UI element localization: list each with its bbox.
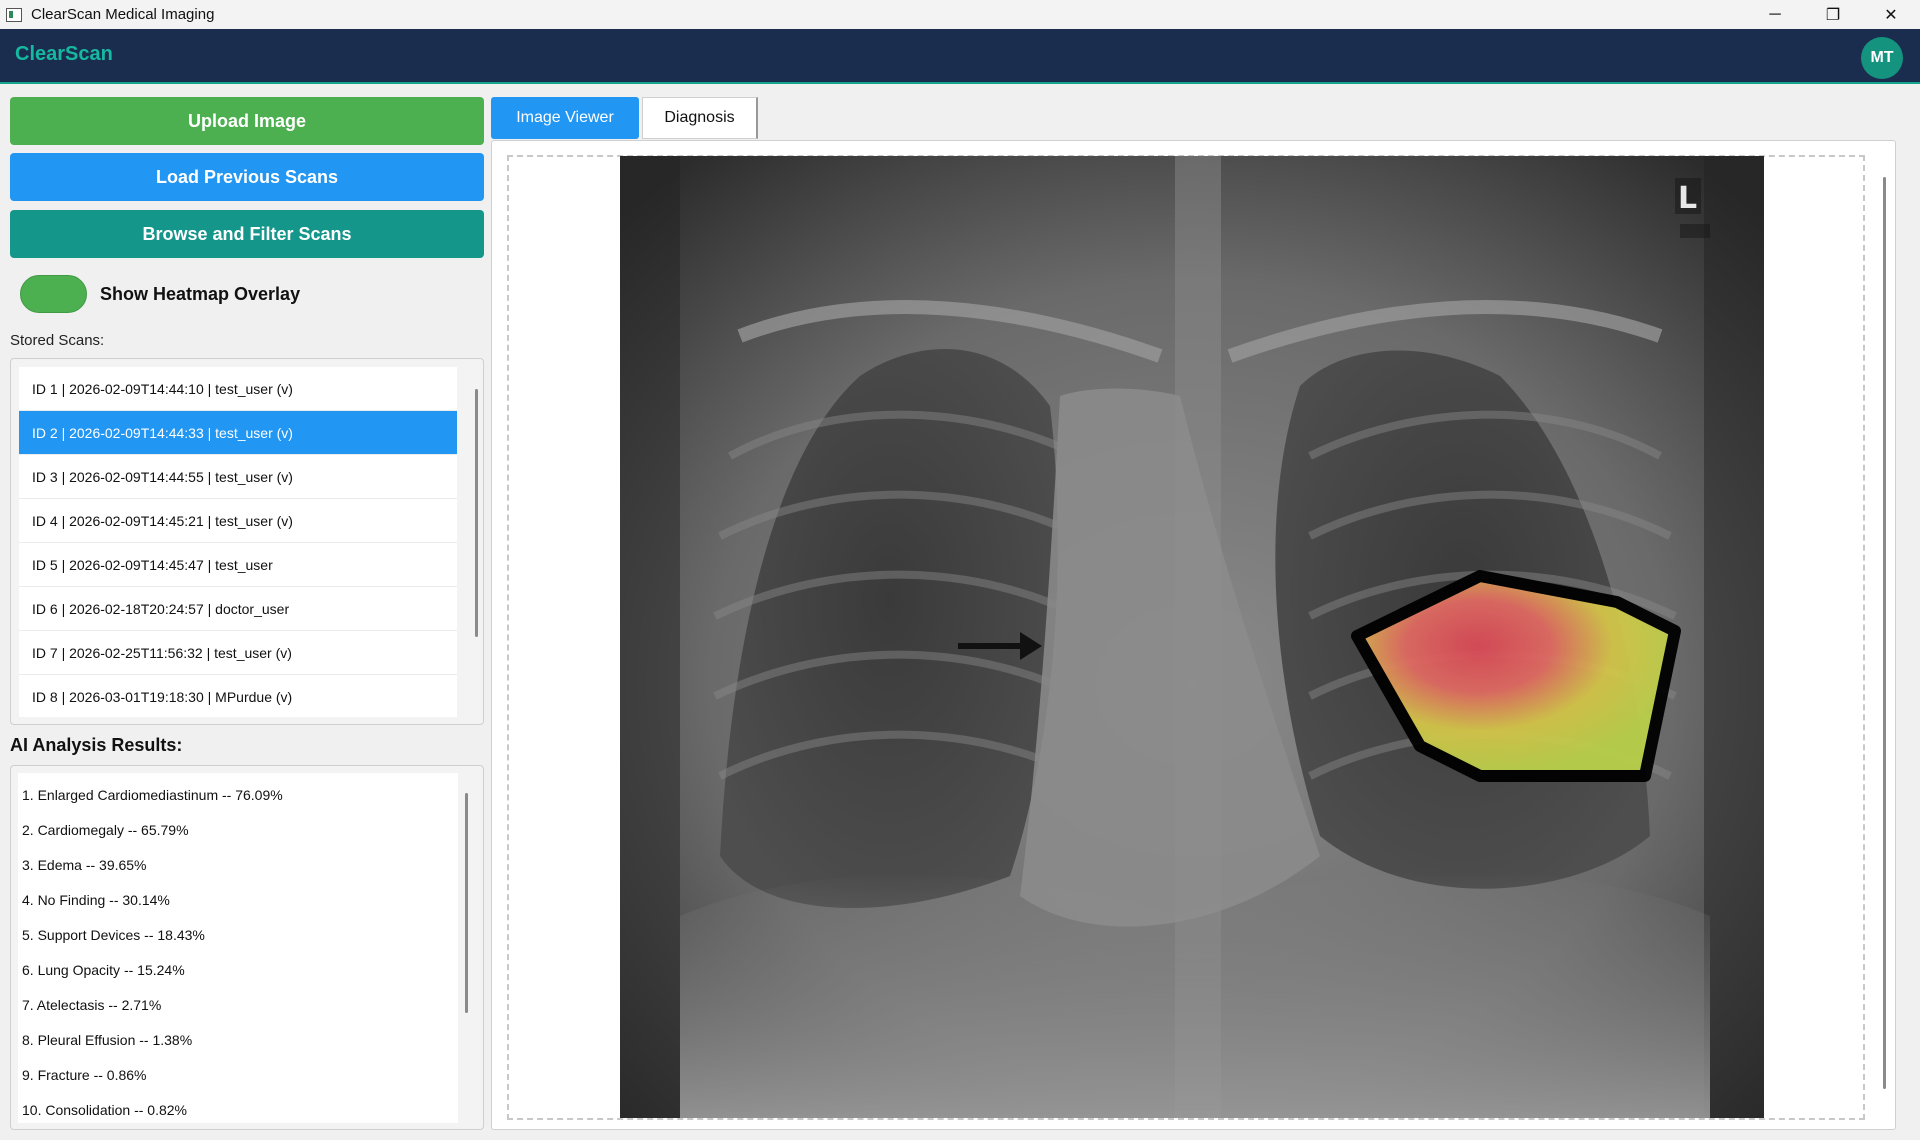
ai-result-item: 7. Atelectasis -- 2.71%	[22, 996, 162, 1013]
ai-result-item: 8. Pleural Effusion -- 1.38%	[22, 1031, 193, 1048]
brand-logo: ClearScan	[15, 43, 113, 65]
ai-result-item: 10. Consolidation -- 0.82%	[22, 1101, 187, 1118]
user-avatar[interactable]: MT	[1861, 37, 1903, 79]
stored-scan-item[interactable]: ID 8 | 2026-03-01T19:18:30 | MPurdue (v)	[19, 675, 457, 717]
restore-button[interactable]: ❐	[1804, 0, 1862, 29]
xray-side-marker: L	[1678, 181, 1697, 216]
window-title: ClearScan Medical Imaging	[31, 6, 215, 23]
heatmap-toggle-label: Show Heatmap Overlay	[100, 284, 301, 304]
stored-scan-item[interactable]: ID 2 | 2026-02-09T14:44:33 | test_user (…	[19, 411, 457, 455]
stored-scan-item[interactable]: ID 4 | 2026-02-09T14:45:21 | test_user (…	[19, 499, 457, 543]
ai-result-item: 3. Edema -- 39.65%	[22, 856, 147, 873]
ai-result-item: 5. Support Devices -- 18.43%	[22, 926, 205, 943]
stored-scans-scrollbar[interactable]	[475, 389, 478, 637]
ai-result-item: 1. Enlarged Cardiomediastinum -- 76.09%	[22, 786, 283, 803]
tab-image-viewer[interactable]: Image Viewer	[491, 97, 639, 139]
ai-results-scrollbar[interactable]	[465, 793, 468, 1013]
ai-results-label: AI Analysis Results:	[10, 735, 183, 755]
stored-scan-item[interactable]: ID 7 | 2026-02-25T11:56:32 | test_user (…	[19, 631, 457, 675]
stored-scan-item[interactable]: ID 1 | 2026-02-09T14:44:10 | test_user (…	[19, 367, 457, 411]
tab-diagnosis[interactable]: Diagnosis	[642, 97, 758, 139]
stored-scan-item[interactable]: ID 6 | 2026-02-18T20:24:57 | doctor_user	[19, 587, 457, 631]
xray-image[interactable]: L	[620, 156, 1764, 1118]
window-titlebar: ClearScan Medical Imaging ─ ❐ ✕	[0, 0, 1920, 29]
ai-result-item: 6. Lung Opacity -- 15.24%	[22, 961, 185, 978]
stored-scan-item[interactable]: ID 5 | 2026-02-09T14:45:47 | test_user	[19, 543, 457, 587]
app-header: ClearScan MT	[0, 29, 1920, 84]
ai-result-item: 4. No Finding -- 30.14%	[22, 891, 170, 908]
upload-image-button[interactable]: Upload Image	[10, 97, 484, 145]
browse-filter-scans-button[interactable]: Browse and Filter Scans	[10, 210, 484, 258]
close-button[interactable]: ✕	[1862, 0, 1920, 29]
xray-drawing: L	[620, 156, 1764, 1118]
stored-scans-list: ID 1 | 2026-02-09T14:44:10 | test_user (…	[10, 358, 484, 725]
heatmap-toggle[interactable]	[20, 275, 87, 313]
stored-scans-label: Stored Scans:	[10, 332, 105, 349]
stored-scan-item[interactable]: ID 3 | 2026-02-09T14:44:55 | test_user (…	[19, 455, 457, 499]
image-viewer-scrollbar[interactable]	[1883, 177, 1886, 1089]
ai-result-item: 2. Cardiomegaly -- 65.79%	[22, 821, 189, 838]
image-viewer-panel: L	[491, 140, 1896, 1130]
load-previous-scans-button[interactable]: Load Previous Scans	[10, 153, 484, 201]
app-icon	[6, 7, 22, 22]
window-controls: ─ ❐ ✕	[1746, 0, 1920, 29]
ai-result-item: 9. Fracture -- 0.86%	[22, 1066, 147, 1083]
minimize-button[interactable]: ─	[1746, 0, 1804, 29]
ai-results-list-body: 1. Enlarged Cardiomediastinum -- 76.09% 2…	[18, 773, 458, 1123]
ai-results-list: 1. Enlarged Cardiomediastinum -- 76.09% 2…	[10, 765, 484, 1130]
stored-scans-list-body: ID 1 | 2026-02-09T14:44:10 | test_user (…	[19, 367, 457, 717]
